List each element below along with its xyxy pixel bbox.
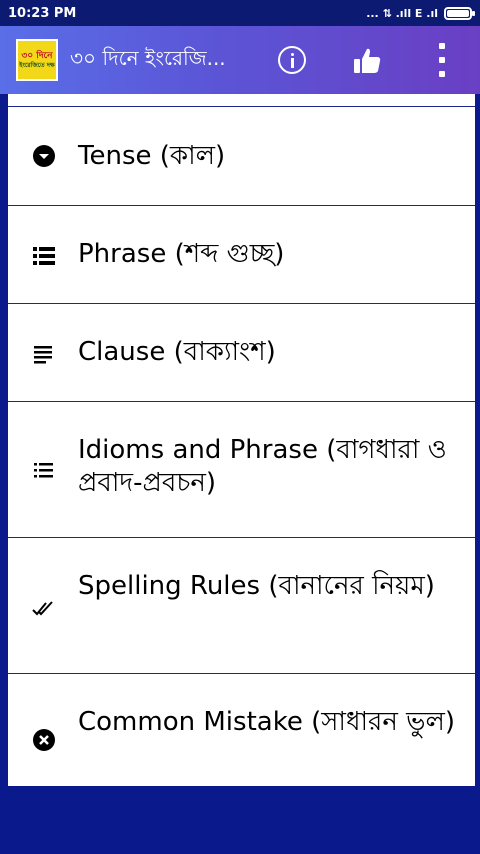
double-check-icon [32, 601, 53, 616]
like-button[interactable] [352, 46, 382, 76]
thumbs-up-icon [354, 48, 381, 73]
list-item-label: Tense (কাল) [78, 141, 226, 171]
bottom-area [0, 786, 480, 854]
chevron-circle-icon [33, 145, 55, 167]
list-item-label: Phrase (শব্দ গুচ্ছ) [78, 239, 285, 269]
list-item-clause[interactable]: Clause (বাক্যাংশ) [8, 304, 475, 402]
overflow-menu-dot [439, 71, 445, 77]
list-item-label: Common Mistake (সাধারন ভুল) [78, 707, 456, 737]
list-bold-icon [33, 247, 55, 265]
list-item-common-mistake[interactable]: Common Mistake (সাধারন ভুল) [8, 674, 475, 786]
info-button[interactable] [278, 46, 306, 74]
status-bar: 10:23 PM ... ⇅ .ıll E .ıl [0, 0, 480, 26]
overflow-menu-dot [439, 57, 445, 63]
list-item-phrase[interactable]: Phrase (শব্দ গুচ্ছ) [8, 206, 475, 304]
close-circle-icon [33, 729, 55, 751]
lines-icon [34, 346, 52, 364]
list-item-tense[interactable]: Tense (কাল) [8, 108, 475, 206]
battery-icon [444, 6, 475, 20]
status-indicators: ... ⇅ .ıll E .ıl [366, 6, 475, 20]
list-item-spelling[interactable]: Spelling Rules (বানানের নিয়ম) [8, 538, 475, 674]
status-time: 10:23 PM [8, 5, 77, 21]
list-top-divider [8, 94, 475, 107]
app-logo-subtext: ইংরেজিতে দক্ষ [19, 61, 55, 69]
app-logo-text: ৩০ দিনে [21, 50, 53, 61]
topic-list: Tense (কাল) Phrase (শব্দ গুচ্ছ) Clause (… [8, 94, 475, 786]
info-icon [280, 48, 304, 72]
bulleted-list-icon [34, 463, 53, 478]
overflow-menu-icon [439, 43, 445, 49]
list-item-label: Clause (বাক্যাংশ) [78, 337, 276, 367]
app-bar: ৩০ দিনে ইংরেজিতে দক্ষ ৩০ দিনে ইংরেজি... [0, 26, 480, 94]
list-item-label: Spelling Rules (বানানের নিয়ম) [78, 571, 435, 601]
app-title: ৩০ দিনে ইংরেজি... [70, 45, 226, 70]
list-item-idioms[interactable]: Idioms and Phrase (বাগধারা ও প্রবাদ-প্রব… [8, 402, 475, 538]
overflow-menu-button[interactable] [436, 43, 448, 77]
list-item-label: Idioms and Phrase (বাগধারা ও প্রবাদ-প্রব… [78, 435, 447, 498]
signal-indicators: ... ⇅ .ıll E .ıl [366, 6, 438, 20]
app-logo: ৩০ দিনে ইংরেজিতে দক্ষ [16, 39, 58, 81]
